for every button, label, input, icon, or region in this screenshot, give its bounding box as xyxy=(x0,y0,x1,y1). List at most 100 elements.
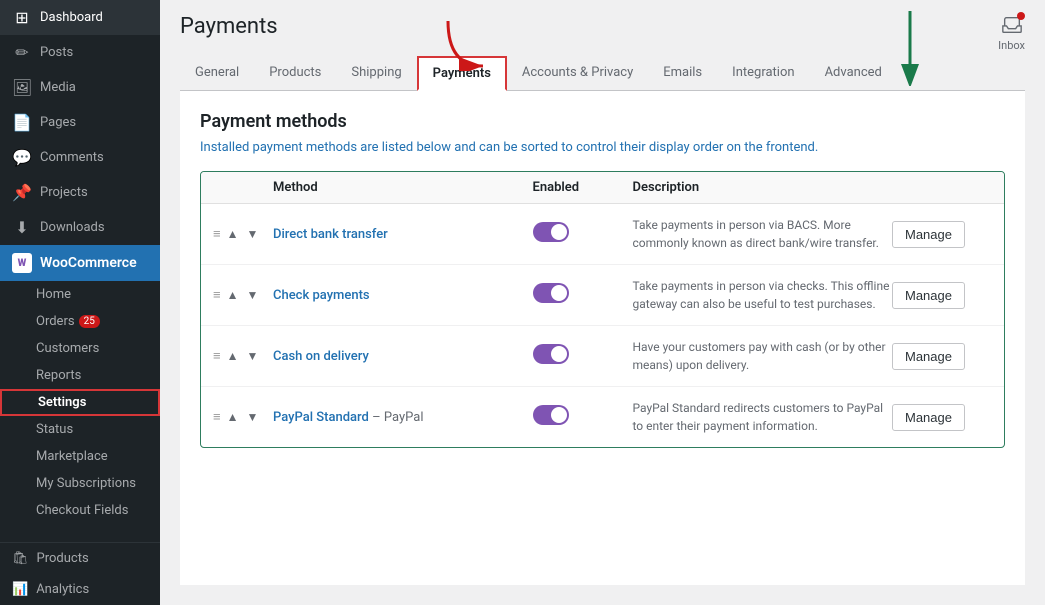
orders-label: Orders xyxy=(36,314,75,329)
row-controls-direct-bank: ≡ ▲ ▼ xyxy=(213,226,273,242)
media-icon: 🖼 xyxy=(12,78,32,97)
tab-payments[interactable]: Payments xyxy=(417,56,507,91)
sidebar-item-pages[interactable]: 📄 Pages xyxy=(0,105,160,140)
woocommerce-menu-header[interactable]: W WooCommerce xyxy=(0,245,160,281)
sidebar-item-media[interactable]: 🖼 Media xyxy=(0,70,160,105)
desc-cod: Have your customers pay with cash (or by… xyxy=(633,338,893,374)
tab-integration[interactable]: Integration xyxy=(717,56,809,91)
move-down-button[interactable]: ▼ xyxy=(244,287,260,303)
sidebar-label-posts: Posts xyxy=(40,45,73,60)
section-description: Installed payment methods are listed bel… xyxy=(200,140,1005,155)
sidebar-item-marketplace[interactable]: Marketplace xyxy=(0,443,160,470)
desc-check: Take payments in person via checks. This… xyxy=(633,277,893,313)
header-actions xyxy=(892,180,992,195)
move-up-button[interactable]: ▲ xyxy=(225,348,241,364)
sidebar-item-reports[interactable]: Reports xyxy=(0,362,160,389)
products-label: Products xyxy=(37,551,89,566)
header-description: Description xyxy=(633,180,893,195)
tab-accounts-privacy[interactable]: Accounts & Privacy xyxy=(507,56,648,91)
manage-paypal[interactable]: Manage xyxy=(892,404,992,431)
main-header: Payments Inbox xyxy=(160,0,1045,52)
toggle-paypal[interactable] xyxy=(533,405,633,429)
enabled-toggle[interactable] xyxy=(533,405,569,425)
toggle-cod[interactable] xyxy=(533,344,633,368)
sidebar-item-analytics[interactable]: 📊 Analytics xyxy=(0,574,160,605)
marketplace-label: Marketplace xyxy=(36,449,108,464)
sidebar-label-comments: Comments xyxy=(40,150,104,165)
home-label: Home xyxy=(36,287,71,302)
analytics-label: Analytics xyxy=(36,582,89,597)
move-down-button[interactable]: ▼ xyxy=(244,226,260,242)
tab-advanced[interactable]: Advanced xyxy=(810,56,897,91)
reports-label: Reports xyxy=(36,368,81,383)
tabs-container: General Products Shipping Payments Accou… xyxy=(180,56,1025,91)
manage-button[interactable]: Manage xyxy=(892,343,965,370)
move-up-button[interactable]: ▲ xyxy=(225,287,241,303)
sidebar-item-checkout-fields[interactable]: Checkout Fields xyxy=(0,497,160,524)
tab-general[interactable]: General xyxy=(180,56,254,91)
sidebar-item-home[interactable]: Home xyxy=(0,281,160,308)
enabled-toggle[interactable] xyxy=(533,283,569,303)
sidebar-label-projects: Projects xyxy=(40,185,88,200)
sidebar-item-projects[interactable]: 📌 Projects xyxy=(0,175,160,210)
sidebar-item-customers[interactable]: Customers xyxy=(0,335,160,362)
tabs-bar: General Products Shipping Payments Accou… xyxy=(180,56,1025,91)
manage-button[interactable]: Manage xyxy=(892,221,965,248)
method-name-paypal[interactable]: PayPal Standard – PayPal xyxy=(273,410,533,425)
sidebar-item-my-subscriptions[interactable]: My Subscriptions xyxy=(0,470,160,497)
sidebar-label-media: Media xyxy=(40,80,76,95)
method-name-cod[interactable]: Cash on delivery xyxy=(273,349,533,364)
enabled-toggle[interactable] xyxy=(533,344,569,364)
customers-label: Customers xyxy=(36,341,99,356)
toggle-direct-bank[interactable] xyxy=(533,222,633,246)
table-header: Method Enabled Description xyxy=(201,172,1004,204)
move-up-button[interactable]: ▲ xyxy=(225,226,241,242)
downloads-icon: ⬇ xyxy=(12,218,32,237)
manage-cod[interactable]: Manage xyxy=(892,343,992,370)
sidebar-label-dashboard: Dashboard xyxy=(40,10,103,25)
sidebar-item-downloads[interactable]: ⬇ Downloads xyxy=(0,210,160,245)
inbox-label: Inbox xyxy=(998,39,1025,52)
manage-button[interactable]: Manage xyxy=(892,282,965,309)
products-icon: 🛍 xyxy=(12,551,29,566)
sidebar-label-pages: Pages xyxy=(40,115,76,130)
projects-icon: 📌 xyxy=(12,183,32,202)
sidebar-item-settings[interactable]: Settings ← xyxy=(0,389,160,416)
row-controls-check: ≡ ▲ ▼ xyxy=(213,287,273,303)
table-row: ≡ ▲ ▼ Check payments Take payments in pe… xyxy=(201,265,1004,326)
desc-direct-bank: Take payments in person via BACS. More c… xyxy=(633,216,893,252)
drag-handle-icon: ≡ xyxy=(213,409,221,425)
manage-check[interactable]: Manage xyxy=(892,282,992,309)
paypal-suffix: – PayPal xyxy=(372,410,423,425)
tab-emails[interactable]: Emails xyxy=(648,56,717,91)
settings-label: Settings xyxy=(38,395,86,410)
method-name-direct-bank[interactable]: Direct bank transfer xyxy=(273,227,533,242)
manage-direct-bank[interactable]: Manage xyxy=(892,221,992,248)
table-row: ≡ ▲ ▼ PayPal Standard – PayPal PayPal St… xyxy=(201,387,1004,447)
row-controls-cod: ≡ ▲ ▼ xyxy=(213,348,273,364)
table-row: ≡ ▲ ▼ Cash on delivery Have your custome… xyxy=(201,326,1004,387)
dashboard-icon: ⊞ xyxy=(12,8,32,27)
woocommerce-icon: W xyxy=(12,253,32,273)
sidebar-item-dashboard[interactable]: ⊞ Dashboard xyxy=(0,0,160,35)
sidebar-item-posts[interactable]: ✏ Posts xyxy=(0,35,160,70)
sidebar-item-products[interactable]: 🛍 Products xyxy=(0,542,160,574)
tab-products[interactable]: Products xyxy=(254,56,336,91)
sidebar-item-status[interactable]: Status xyxy=(0,416,160,443)
enabled-toggle[interactable] xyxy=(533,222,569,242)
sidebar-item-comments[interactable]: 💬 Comments xyxy=(0,140,160,175)
section-title: Payment methods xyxy=(200,111,1005,132)
tab-shipping[interactable]: Shipping xyxy=(336,56,416,91)
toggle-check[interactable] xyxy=(533,283,633,307)
manage-button[interactable]: Manage xyxy=(892,404,965,431)
inbox-button[interactable]: Inbox xyxy=(998,14,1025,52)
sidebar: ⊞ Dashboard ✏ Posts 🖼 Media 📄 Pages 💬 Co… xyxy=(0,0,160,605)
paypal-name: PayPal Standard xyxy=(273,410,369,425)
method-name-check[interactable]: Check payments xyxy=(273,288,533,303)
content-area: Payment methods Installed payment method… xyxy=(180,91,1025,585)
move-down-button[interactable]: ▼ xyxy=(244,348,260,364)
move-up-button[interactable]: ▲ xyxy=(225,409,241,425)
sidebar-item-orders[interactable]: Orders 25 xyxy=(0,308,160,335)
move-down-button[interactable]: ▼ xyxy=(244,409,260,425)
drag-handle-icon: ≡ xyxy=(213,348,221,364)
